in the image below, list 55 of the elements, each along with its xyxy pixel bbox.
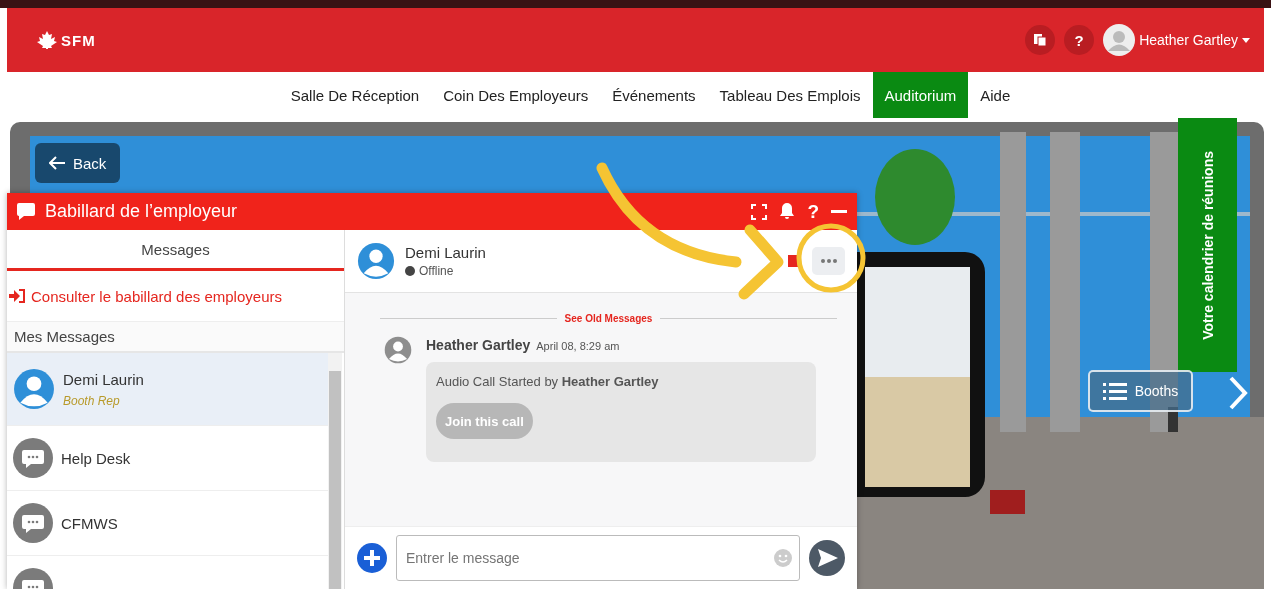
nav-tab[interactable]: Salle De Réception xyxy=(278,72,432,118)
conversation-name: Demi Laurin xyxy=(63,370,144,388)
conversation-item[interactable]: Demi Laurin Booth Rep xyxy=(7,353,328,426)
nav-tab[interactable]: Aide xyxy=(968,72,1023,118)
contact-name: Demi Laurin xyxy=(405,244,486,261)
more-icon xyxy=(820,259,837,263)
maple-leaf-icon xyxy=(37,31,57,49)
add-icon[interactable] xyxy=(357,543,387,573)
chevron-right-icon[interactable] xyxy=(1228,376,1248,410)
message-time: April 08, 8:29 am xyxy=(536,340,620,352)
panel-title: Babillard de l’employeur xyxy=(45,201,239,222)
section-heading: Mes Messages xyxy=(7,322,344,353)
bell-icon[interactable] xyxy=(779,203,796,220)
nav-tab[interactable]: Tableau Des Emplois xyxy=(707,72,873,118)
chat-avatar-icon xyxy=(13,438,53,478)
chat-avatar-icon xyxy=(13,503,53,543)
sign-in-icon xyxy=(9,289,25,303)
caret-icon xyxy=(1242,37,1250,43)
highlight-circle xyxy=(796,223,866,293)
board-link[interactable]: Consulter le babillard des employeurs xyxy=(31,287,282,305)
nav-tab[interactable]: Auditorium xyxy=(872,72,969,118)
calendar-tab[interactable]: Votre calendrier de réunions xyxy=(1178,118,1237,372)
message-input[interactable]: Entrer le message xyxy=(396,535,800,581)
message-author: Heather Gartley xyxy=(426,337,531,353)
send-icon[interactable] xyxy=(809,540,845,576)
nav-tab[interactable]: Événements xyxy=(600,72,708,118)
help-button[interactable]: ? xyxy=(1064,25,1095,55)
language-button[interactable] xyxy=(1025,25,1056,55)
status-text: Offline xyxy=(419,264,454,278)
logo-text: SFM xyxy=(61,31,96,49)
more-button[interactable] xyxy=(812,247,845,275)
booths-button[interactable]: Booths xyxy=(1088,370,1193,412)
list-icon xyxy=(1102,382,1127,400)
user-menu[interactable]: Heather Gartley xyxy=(1103,24,1250,56)
help-button[interactable]: ? xyxy=(807,200,819,223)
scrollbar[interactable] xyxy=(328,353,342,589)
user-avatar-icon xyxy=(1103,24,1136,56)
conversation-item[interactable]: CFMWS xyxy=(7,491,328,556)
translate-icon xyxy=(1033,33,1048,47)
conversation-role: Booth Rep xyxy=(63,393,121,408)
conversation-name: Help Desk xyxy=(61,449,131,467)
back-button[interactable]: Back xyxy=(35,143,121,183)
arrow-left-icon xyxy=(49,156,65,170)
minimize-icon[interactable] xyxy=(831,209,847,214)
conversation-name: CFMWS xyxy=(61,514,118,532)
messages-tab[interactable]: Messages xyxy=(7,230,344,271)
conversation-item[interactable]: Help Desk xyxy=(7,426,328,491)
nav-tab[interactable]: Coin Des Employeurs xyxy=(431,72,601,118)
user-avatar-icon xyxy=(13,368,55,410)
fullscreen-icon[interactable] xyxy=(751,203,768,220)
chat-icon xyxy=(17,203,35,220)
see-old-messages-link[interactable]: See Old Messages xyxy=(564,313,653,324)
message-text: Audio Call Started by Heather Gartley xyxy=(436,374,660,389)
sender-avatar-icon xyxy=(384,336,412,364)
contact-avatar-icon xyxy=(357,242,395,280)
